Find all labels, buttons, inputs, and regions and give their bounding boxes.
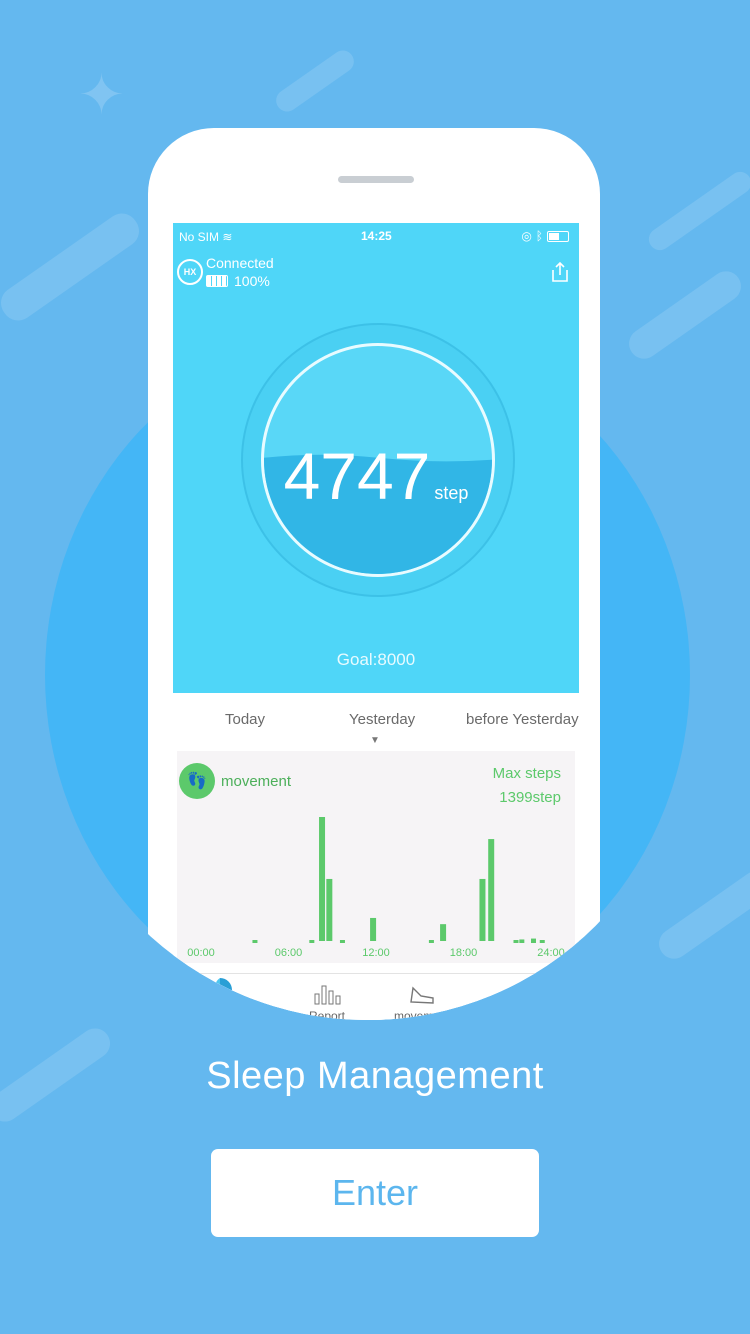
- device-battery-value: 100%: [234, 273, 270, 289]
- chart-bar: [479, 878, 486, 941]
- movement-label: movement: [221, 773, 292, 790]
- device-battery-icon: [206, 275, 228, 287]
- device-logo-icon: HX: [177, 259, 203, 285]
- phone-mockup: No SIM ≋ 14:25 ◎ ᛒ HX Connected 100% 474…: [148, 128, 600, 1020]
- wifi-icon: ≋: [222, 230, 233, 244]
- tab-selected-arrow-icon: ▼: [370, 735, 380, 746]
- chart-bar: [326, 878, 333, 941]
- device-battery: 100%: [206, 273, 270, 289]
- chart-point: [513, 940, 519, 943]
- status-icons: ◎ ᛒ: [521, 229, 569, 243]
- tab-before-yesterday[interactable]: before Yesterday: [466, 711, 579, 728]
- slide-title: Sleep Management: [206, 1055, 544, 1097]
- decor-stripe: [653, 865, 750, 965]
- chart-bar: [319, 817, 326, 941]
- phone-clip: No SIM ≋ 14:25 ◎ ᛒ HX Connected 100% 474…: [45, 0, 690, 1020]
- max-steps-label: Max steps: [492, 765, 561, 782]
- connection-status: Connected: [206, 255, 274, 271]
- app-screen: No SIM ≋ 14:25 ◎ ᛒ HX Connected 100% 474…: [173, 223, 579, 1020]
- lock-rotation-icon: ◎: [521, 229, 532, 243]
- steps-unit: step: [434, 483, 469, 503]
- nav-report[interactable]: Report: [299, 982, 355, 1020]
- chart-point: [309, 940, 315, 943]
- chart-x-tick: 12:00: [362, 947, 390, 959]
- chart-point: [339, 940, 345, 943]
- chart-x-tick: 18:00: [450, 947, 478, 959]
- steps-count: 4747 step: [173, 443, 579, 526]
- report-chart-icon: [314, 985, 341, 1005]
- home-pie-icon[interactable]: [203, 978, 237, 1000]
- nav-report-label: Report: [308, 1009, 346, 1020]
- chart-bar: [370, 917, 377, 941]
- chart-point: [519, 939, 525, 943]
- goal-label: Goal:8000: [336, 650, 416, 669]
- chart-bar: [440, 924, 447, 941]
- chart-x-tick: 24:00: [537, 947, 565, 959]
- shoe-icon: [410, 986, 434, 1004]
- footprints-icon: 👣: [179, 763, 215, 799]
- battery-icon: [547, 230, 569, 242]
- chart-point: [428, 940, 434, 943]
- day-tabs: Today Yesterday before Yesterday ▼: [173, 693, 579, 751]
- steps-value: 4747: [283, 439, 431, 513]
- chart-x-tick: 06:00: [275, 947, 303, 959]
- movement-card: 👣 movement Max steps 1399step 00:00 06:00…: [177, 751, 575, 963]
- enter-button[interactable]: Enter: [211, 1149, 539, 1237]
- status-carrier: No SIM ≋: [179, 230, 233, 244]
- chart-point: [539, 940, 545, 943]
- nav-movement[interactable]: movement: [387, 982, 457, 1020]
- phone-speaker: [338, 176, 414, 183]
- share-icon[interactable]: [549, 261, 571, 283]
- tab-today[interactable]: Today: [225, 711, 265, 728]
- status-time: 14:25: [361, 229, 392, 243]
- bottom-nav: Report movement: [173, 973, 579, 1020]
- chart-point: [252, 940, 258, 943]
- status-bar: No SIM ≋ 14:25 ◎ ᛒ: [173, 223, 579, 249]
- chart-x-tick: 00:00: [187, 947, 215, 959]
- movement-chart: 00:00 06:00 12:00 18:00 24:00: [187, 817, 565, 959]
- chart-bar: [488, 839, 495, 941]
- chart-point: [531, 938, 536, 943]
- steps-panel: No SIM ≋ 14:25 ◎ ᛒ HX Connected 100% 474…: [173, 223, 579, 693]
- tab-yesterday[interactable]: Yesterday: [349, 711, 415, 728]
- nav-movement-label: movement: [393, 1009, 451, 1020]
- bluetooth-icon: ᛒ: [535, 229, 543, 243]
